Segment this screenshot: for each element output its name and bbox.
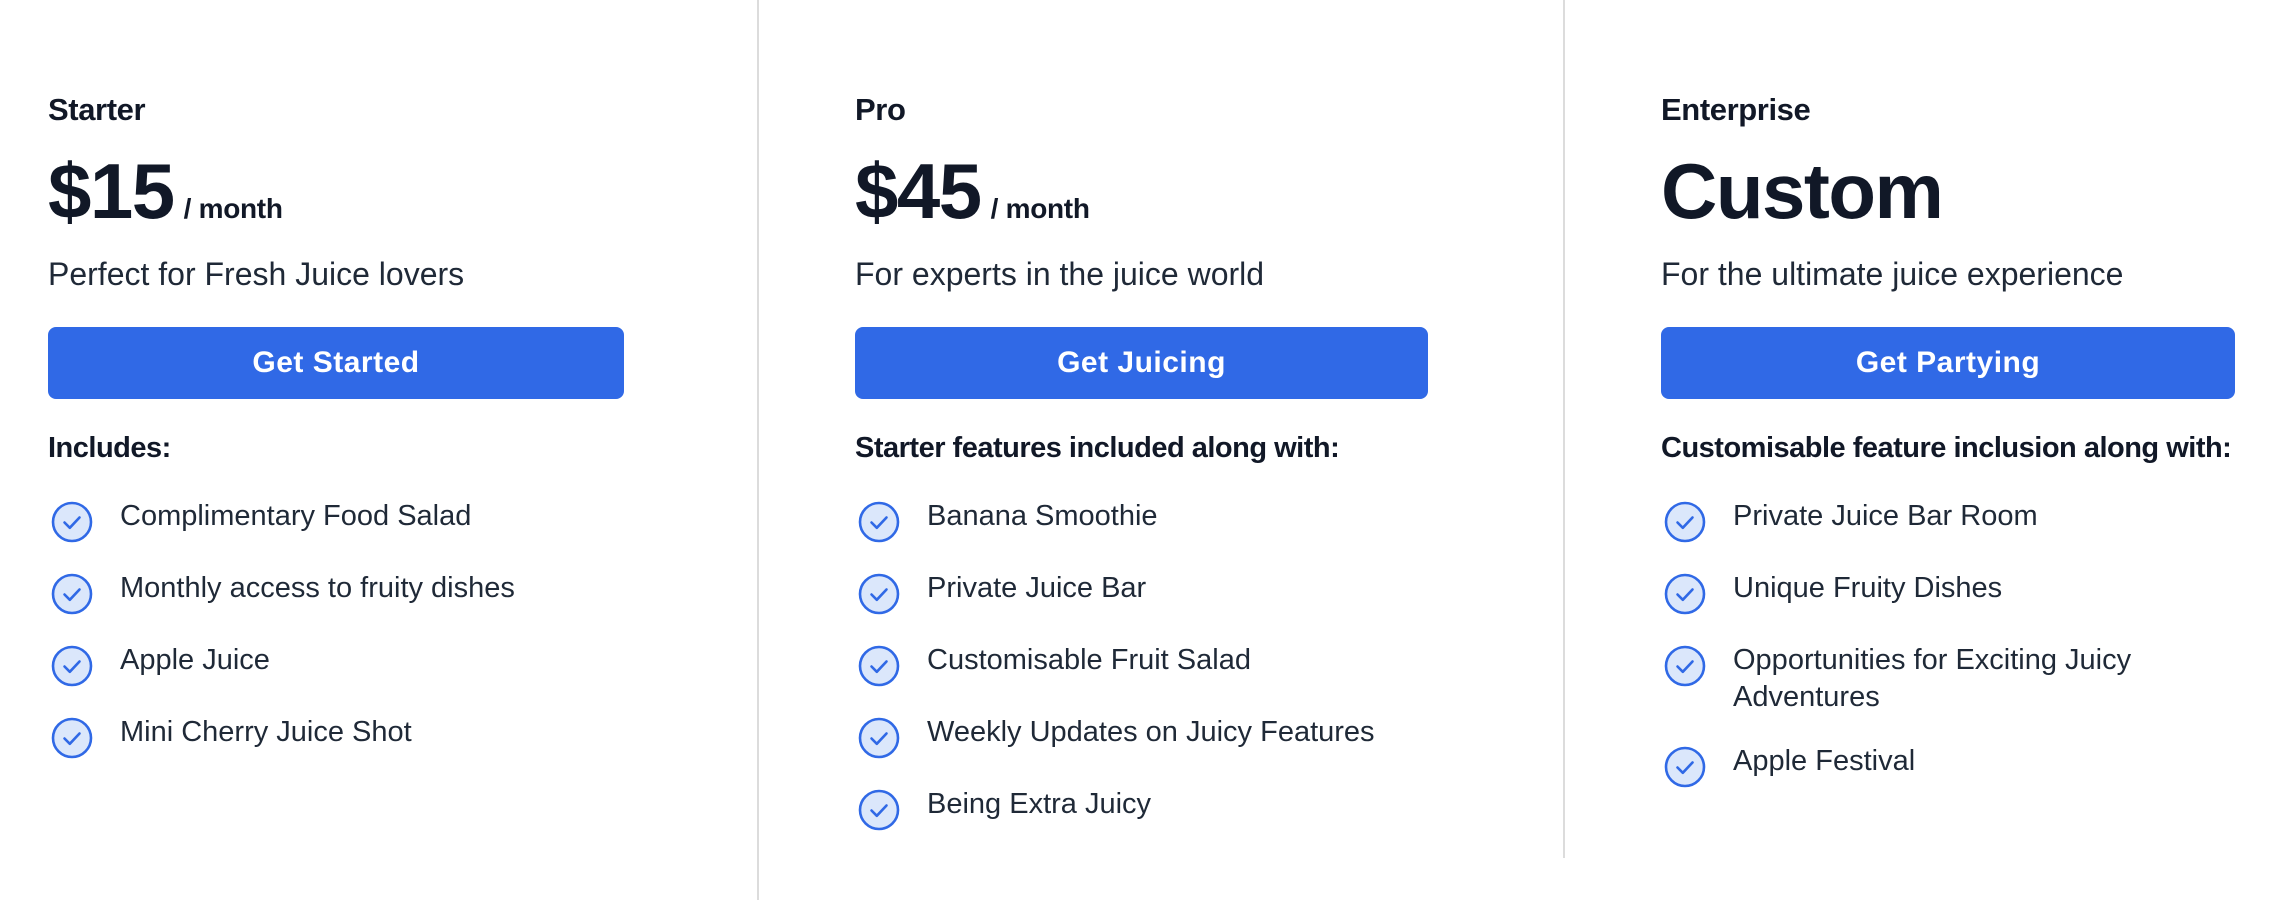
price-row: $45 / month — [855, 152, 1090, 230]
feature-text: Apple Juice — [120, 644, 270, 676]
plan-tagline: For the ultimate juice experience — [1661, 256, 2124, 292]
plan-name: Pro — [855, 92, 906, 127]
feature-text: Banana Smoothie — [927, 500, 1158, 532]
feature-item: Banana Smoothie — [855, 498, 1430, 543]
get-started-button[interactable]: Get Started — [48, 327, 624, 399]
check-circle-icon — [858, 573, 900, 615]
feature-list: Private Juice Bar Room Unique Fruity Dish… — [1661, 498, 2236, 815]
feature-item: Opportunities for Exciting Juicy Adventu… — [1661, 642, 2236, 716]
check-circle-icon — [858, 717, 900, 759]
check-circle-icon — [1664, 573, 1706, 615]
check-circle-icon — [858, 501, 900, 543]
feature-item: Weekly Updates on Juicy Features — [855, 714, 1430, 759]
price-period: / month — [990, 193, 1090, 224]
pricing-section: Starter $15 / month Perfect for Fresh Ju… — [0, 0, 2278, 920]
check-circle-icon — [1664, 501, 1706, 543]
feature-item: Being Extra Juicy — [855, 786, 1430, 831]
feature-item: Mini Cherry Juice Shot — [48, 714, 624, 759]
feature-text: Private Juice Bar Room — [1733, 500, 2038, 532]
column-divider — [1563, 0, 1565, 858]
price-row: Custom — [1661, 147, 1944, 235]
check-circle-icon — [1664, 645, 1706, 687]
price-amount: $15 — [48, 147, 175, 235]
check-circle-icon — [51, 573, 93, 615]
feature-text: Apple Festival — [1733, 745, 1916, 777]
feature-text: Opportunities for Exciting Juicy Adventu… — [1733, 644, 2132, 713]
feature-text: Complimentary Food Salad — [120, 500, 472, 532]
includes-heading: Includes: — [48, 432, 171, 464]
feature-item: Unique Fruity Dishes — [1661, 570, 2236, 615]
check-circle-icon — [858, 789, 900, 831]
feature-text: Unique Fruity Dishes — [1733, 572, 2003, 604]
feature-item: Customisable Fruit Salad — [855, 642, 1430, 687]
feature-text: Weekly Updates on Juicy Features — [927, 716, 1375, 748]
check-circle-icon — [51, 645, 93, 687]
price-amount: $45 — [855, 147, 982, 235]
price-period: / month — [183, 193, 283, 224]
feature-text: Monthly access to fruity dishes — [120, 572, 515, 604]
includes-heading: Starter features included along with: — [855, 432, 1340, 464]
feature-text: Private Juice Bar — [927, 572, 1147, 604]
price-row: $15 / month — [48, 152, 283, 230]
feature-item: Monthly access to fruity dishes — [48, 570, 624, 615]
column-divider — [757, 0, 759, 900]
feature-text: Being Extra Juicy — [927, 788, 1152, 820]
check-circle-icon — [51, 501, 93, 543]
feature-text: Customisable Fruit Salad — [927, 644, 1251, 676]
plan-tagline: For experts in the juice world — [855, 256, 1265, 292]
feature-list: Complimentary Food Salad Monthly access t… — [48, 498, 624, 786]
feature-item: Apple Juice — [48, 642, 624, 687]
check-circle-icon — [51, 717, 93, 759]
feature-text: Mini Cherry Juice Shot — [120, 716, 412, 748]
feature-item: Apple Festival — [1661, 743, 2236, 788]
plan-name: Starter — [48, 92, 146, 127]
price-amount: Custom — [1661, 147, 1944, 235]
plan-name: Enterprise — [1661, 92, 1811, 127]
feature-item: Complimentary Food Salad — [48, 498, 624, 543]
includes-heading: Customisable feature inclusion along wit… — [1661, 432, 2232, 464]
get-partying-button[interactable]: Get Partying — [1661, 327, 2235, 399]
feature-item: Private Juice Bar — [855, 570, 1430, 615]
feature-list: Banana Smoothie Private Juice Bar Customis… — [855, 498, 1430, 858]
check-circle-icon — [1664, 746, 1706, 788]
feature-item: Private Juice Bar Room — [1661, 498, 2236, 543]
plan-tagline: Perfect for Fresh Juice lovers — [48, 256, 465, 292]
check-circle-icon — [858, 645, 900, 687]
get-juicing-button[interactable]: Get Juicing — [855, 327, 1428, 399]
